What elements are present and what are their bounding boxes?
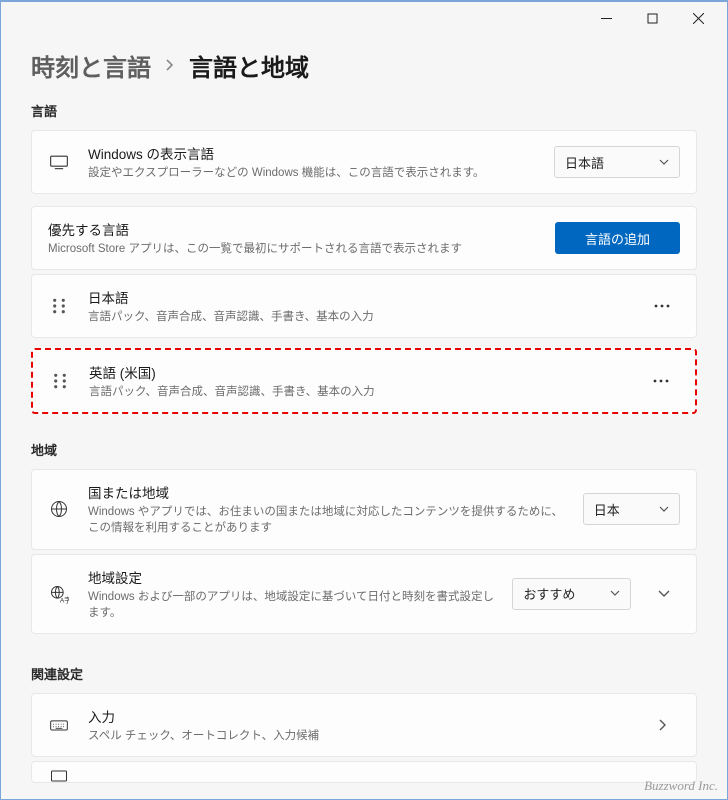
language-item-name: 英語 (米国) (89, 362, 625, 382)
regional-format-row[interactable]: A字 地域設定 Windows および一部のアプリは、地域設定に基づいて日付と時… (31, 554, 697, 634)
expand-button[interactable] (649, 578, 680, 610)
display-language-title: Windows の表示言語 (88, 143, 536, 163)
typing-sub: スペル チェック、オートコレクト、入力候補 (88, 728, 628, 744)
drag-handle-icon[interactable] (48, 296, 70, 316)
chevron-down-icon (659, 157, 669, 168)
more-options-button[interactable] (644, 290, 680, 322)
section-header-region: 地域 (31, 440, 697, 459)
chevron-right-icon (165, 58, 175, 74)
globe-text-icon: A字 (48, 584, 70, 604)
country-region-row: 国または地域 Windows やアプリでは、お住まいの国または地域に対応したコン… (31, 469, 697, 549)
watermark-text: Buzzword Inc. (644, 778, 718, 794)
display-language-row: Windows の表示言語 設定やエクスプローラーなどの Windows 機能は… (31, 130, 697, 194)
chevron-down-icon (610, 588, 620, 599)
maximize-button[interactable] (629, 3, 675, 33)
breadcrumb-current: 言語と地域 (189, 48, 309, 83)
country-region-title: 国または地域 (88, 482, 565, 502)
add-language-button[interactable]: 言語の追加 (555, 222, 680, 254)
more-options-button[interactable] (643, 365, 679, 397)
preferred-languages-title: 優先する言語 (48, 219, 537, 239)
navigate-button[interactable] (646, 709, 680, 741)
partial-row[interactable] (31, 761, 697, 783)
typing-settings-row[interactable]: 入力 スペル チェック、オートコレクト、入力候補 (31, 693, 697, 757)
country-region-value: 日本 (594, 500, 620, 519)
globe-icon (48, 499, 70, 519)
drag-handle-icon[interactable] (49, 371, 71, 391)
regional-format-select[interactable]: おすすめ (512, 578, 630, 610)
typing-title: 入力 (88, 706, 628, 726)
preferred-languages-row: 優先する言語 Microsoft Store アプリは、この一覧で最初にサポート… (31, 206, 697, 270)
language-item-english-us[interactable]: 英語 (米国) 言語パック、音声合成、音声認識、手書き、基本の入力 (31, 348, 697, 414)
svg-text:A字: A字 (60, 595, 69, 604)
country-region-select[interactable]: 日本 (583, 493, 680, 525)
section-header-related: 関連設定 (31, 664, 697, 683)
window-titlebar (1, 2, 727, 34)
preferred-languages-sub: Microsoft Store アプリは、この一覧で最初にサポートされる言語で表… (48, 241, 537, 257)
language-item-features: 言語パック、音声合成、音声認識、手書き、基本の入力 (89, 384, 625, 400)
close-button[interactable] (675, 3, 721, 33)
breadcrumb-parent[interactable]: 時刻と言語 (31, 48, 151, 83)
display-language-value: 日本語 (565, 153, 604, 172)
regional-format-title: 地域設定 (88, 567, 494, 587)
breadcrumb: 時刻と言語 言語と地域 (31, 48, 697, 83)
regional-format-value: おすすめ (523, 584, 575, 603)
country-region-sub: Windows やアプリでは、お住まいの国または地域に対応したコンテンツを提供す… (88, 504, 565, 536)
section-header-language: 言語 (31, 101, 697, 120)
chevron-down-icon (659, 504, 669, 515)
display-language-sub: 設定やエクスプローラーなどの Windows 機能は、この言語で表示されます。 (88, 165, 536, 181)
display-language-select[interactable]: 日本語 (554, 146, 680, 178)
manage-icon (48, 766, 70, 783)
language-item-features: 言語パック、音声合成、音声認識、手書き、基本の入力 (88, 309, 626, 325)
language-item-japanese[interactable]: 日本語 言語パック、音声合成、音声認識、手書き、基本の入力 (31, 274, 697, 338)
monitor-icon (48, 152, 70, 172)
keyboard-icon (48, 715, 70, 735)
regional-format-sub: Windows および一部のアプリは、地域設定に基づいて日付と時刻を書式設定しま… (88, 589, 494, 621)
language-item-name: 日本語 (88, 287, 626, 307)
minimize-button[interactable] (583, 3, 629, 33)
